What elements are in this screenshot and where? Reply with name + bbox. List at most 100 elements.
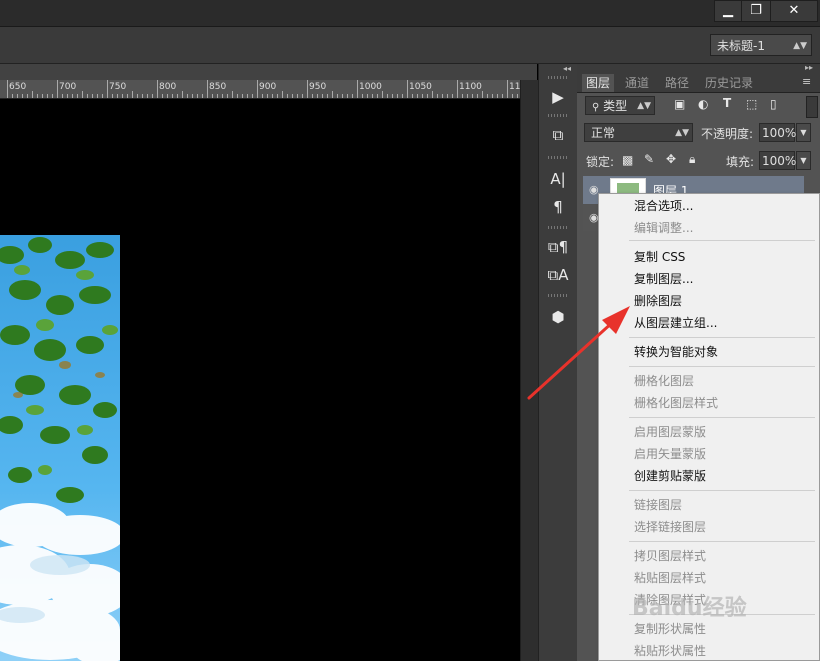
smart-object-filter-icon[interactable]: ▯ (770, 97, 777, 111)
ruler-label: 700 (59, 82, 77, 92)
ruler-minor-tick (397, 94, 398, 98)
ruler-minor-tick (92, 94, 93, 98)
opacity-label: 不透明度: (701, 127, 754, 141)
play-actions-icon[interactable]: ▶ (539, 84, 577, 110)
ruler-minor-tick (222, 94, 223, 98)
vertical-scrollbar[interactable] (520, 80, 538, 661)
menu-separator (629, 490, 815, 491)
tab-history[interactable]: 历史记录 (701, 74, 757, 92)
grip-handle[interactable] (548, 156, 568, 159)
panel-menu-icon[interactable]: ≡ (802, 75, 811, 88)
menu-item-copy-layer-style[interactable]: 拷贝图层样式 (634, 546, 706, 566)
chevron-down-icon: ▼ (800, 128, 807, 137)
filter-toggle[interactable] (806, 96, 818, 118)
menu-separator (629, 417, 815, 418)
restore-button[interactable]: ❐ (741, 0, 771, 22)
menu-item-copy-css[interactable]: 复制 CSS (634, 247, 685, 267)
paragraph-icon[interactable]: ¶ (539, 194, 577, 220)
ruler-minor-tick (67, 94, 68, 98)
tab-channels[interactable]: 通道 (621, 74, 653, 92)
opacity-dropdown[interactable]: ▼ (796, 123, 811, 142)
menu-item-enable-vector-mask[interactable]: 启用矢量蒙版 (634, 444, 706, 464)
grip-handle[interactable] (548, 294, 568, 297)
ruler-major-tick (457, 80, 458, 98)
ruler-minor-tick (392, 94, 393, 98)
collapse-icon[interactable]: ◂◂ (563, 64, 571, 73)
tab-layers[interactable]: 图层 (582, 74, 615, 92)
lock-position-move-icon[interactable]: ✥ (666, 152, 676, 166)
ruler-minor-tick (492, 94, 493, 98)
ruler-minor-tick (292, 94, 293, 98)
ruler-minor-tick (12, 94, 13, 98)
expand-icon[interactable]: ▸▸ (805, 63, 813, 72)
ruler-label: 650 (9, 82, 27, 92)
blend-mode-select[interactable]: 正常 ▲▼ (584, 123, 693, 142)
adjustment-filter-icon[interactable]: ◐ (698, 97, 708, 111)
paragraph-styles-icon[interactable]: ⧉¶ (539, 234, 577, 260)
ruler-major-tick (507, 80, 508, 98)
menu-item-paste-layer-style[interactable]: 粘贴图层样式 (634, 568, 706, 588)
menu-item-edit-adjustment[interactable]: 编辑调整... (634, 218, 693, 238)
ruler-minor-tick (347, 94, 348, 98)
3d-cube-icon[interactable]: ⧉ (539, 122, 577, 148)
menu-item-blending-options[interactable]: 混合选项... (634, 196, 693, 216)
shape-filter-icon[interactable]: ⬚ (746, 97, 757, 111)
updown-arrows-icon: ▲▼ (793, 41, 807, 51)
menu-item-group-from-layers[interactable]: 从图层建立组... (634, 313, 717, 333)
lock-label: 锁定: (586, 155, 615, 169)
character-styles-icon[interactable]: ⧉A (539, 262, 577, 288)
ruler-minor-tick (227, 94, 228, 98)
ruler-minor-tick (202, 94, 203, 98)
restore-icon: ❐ (750, 3, 762, 18)
ruler-minor-tick (152, 94, 153, 98)
lock-transparent-icon[interactable]: ▩ (622, 153, 633, 167)
opacity-input[interactable]: 100% (759, 123, 797, 142)
menu-item-select-linked-layers[interactable]: 选择链接图层 (634, 517, 706, 537)
menu-item-rasterize-layer-style[interactable]: 栅格化图层样式 (634, 393, 718, 413)
ruler-minor-tick (242, 94, 243, 98)
menu-item-rasterize-layer[interactable]: 栅格化图层 (634, 371, 694, 391)
ruler-major-tick (307, 80, 308, 98)
minimize-button[interactable]: ▁ (714, 0, 742, 22)
ruler-minor-tick (252, 94, 253, 98)
ruler-minor-tick (372, 94, 373, 98)
grip-handle[interactable] (548, 76, 568, 79)
ruler-label: 950 (309, 82, 327, 92)
filter-kind-select[interactable]: ⚲ 类型 ▲▼ (585, 96, 655, 115)
ruler-minor-tick (422, 94, 423, 98)
fill-dropdown[interactable]: ▼ (796, 151, 811, 170)
grip-handle[interactable] (548, 114, 568, 117)
3d-object-icon[interactable]: ⬢ (539, 304, 577, 330)
document-select[interactable]: 未标题-1 ▲▼ (710, 34, 812, 56)
ruler-minor-tick (282, 91, 283, 98)
type-filter-icon[interactable]: T (723, 96, 731, 110)
search-icon: ⚲ (592, 102, 600, 113)
menu-item-enable-layer-mask[interactable]: 启用图层蒙版 (634, 422, 706, 442)
ruler-label: 1100 (459, 82, 482, 92)
ruler-minor-tick (147, 94, 148, 98)
fill-input[interactable]: 100% (759, 151, 796, 170)
menu-item-delete-layer[interactable]: 删除图层 (634, 291, 682, 311)
ruler-minor-tick (177, 94, 178, 98)
title-bar (0, 0, 820, 27)
ruler-minor-tick (72, 94, 73, 98)
grip-handle[interactable] (548, 226, 568, 229)
menu-item-paste-shape-attributes[interactable]: 粘贴形状属性 (634, 641, 706, 661)
ruler-minor-tick (382, 91, 383, 98)
menu-item-link-layers[interactable]: 链接图层 (634, 495, 682, 515)
menu-item-convert-to-smart-object[interactable]: 转换为智能对象 (634, 342, 718, 362)
ruler-minor-tick (237, 94, 238, 98)
character-icon[interactable]: A| (539, 166, 577, 192)
tab-paths[interactable]: 路径 (661, 74, 693, 92)
menu-item-create-clipping-mask[interactable]: 创建剪贴蒙版 (634, 466, 706, 486)
ruler-minor-tick (322, 94, 323, 98)
opacity-value: 100% (762, 126, 797, 140)
ruler-minor-tick (112, 94, 113, 98)
menu-item-duplicate-layer[interactable]: 复制图层... (634, 269, 693, 289)
ruler-minor-tick (42, 94, 43, 98)
lock-all-icon[interactable]: 🔒︎ (689, 152, 695, 167)
close-button[interactable]: ✕ (770, 0, 818, 22)
document-select-value: 未标题-1 (717, 39, 765, 53)
pixel-filter-icon[interactable]: ▣ (674, 97, 685, 111)
lock-image-brush-icon[interactable]: ✎ (644, 152, 654, 166)
